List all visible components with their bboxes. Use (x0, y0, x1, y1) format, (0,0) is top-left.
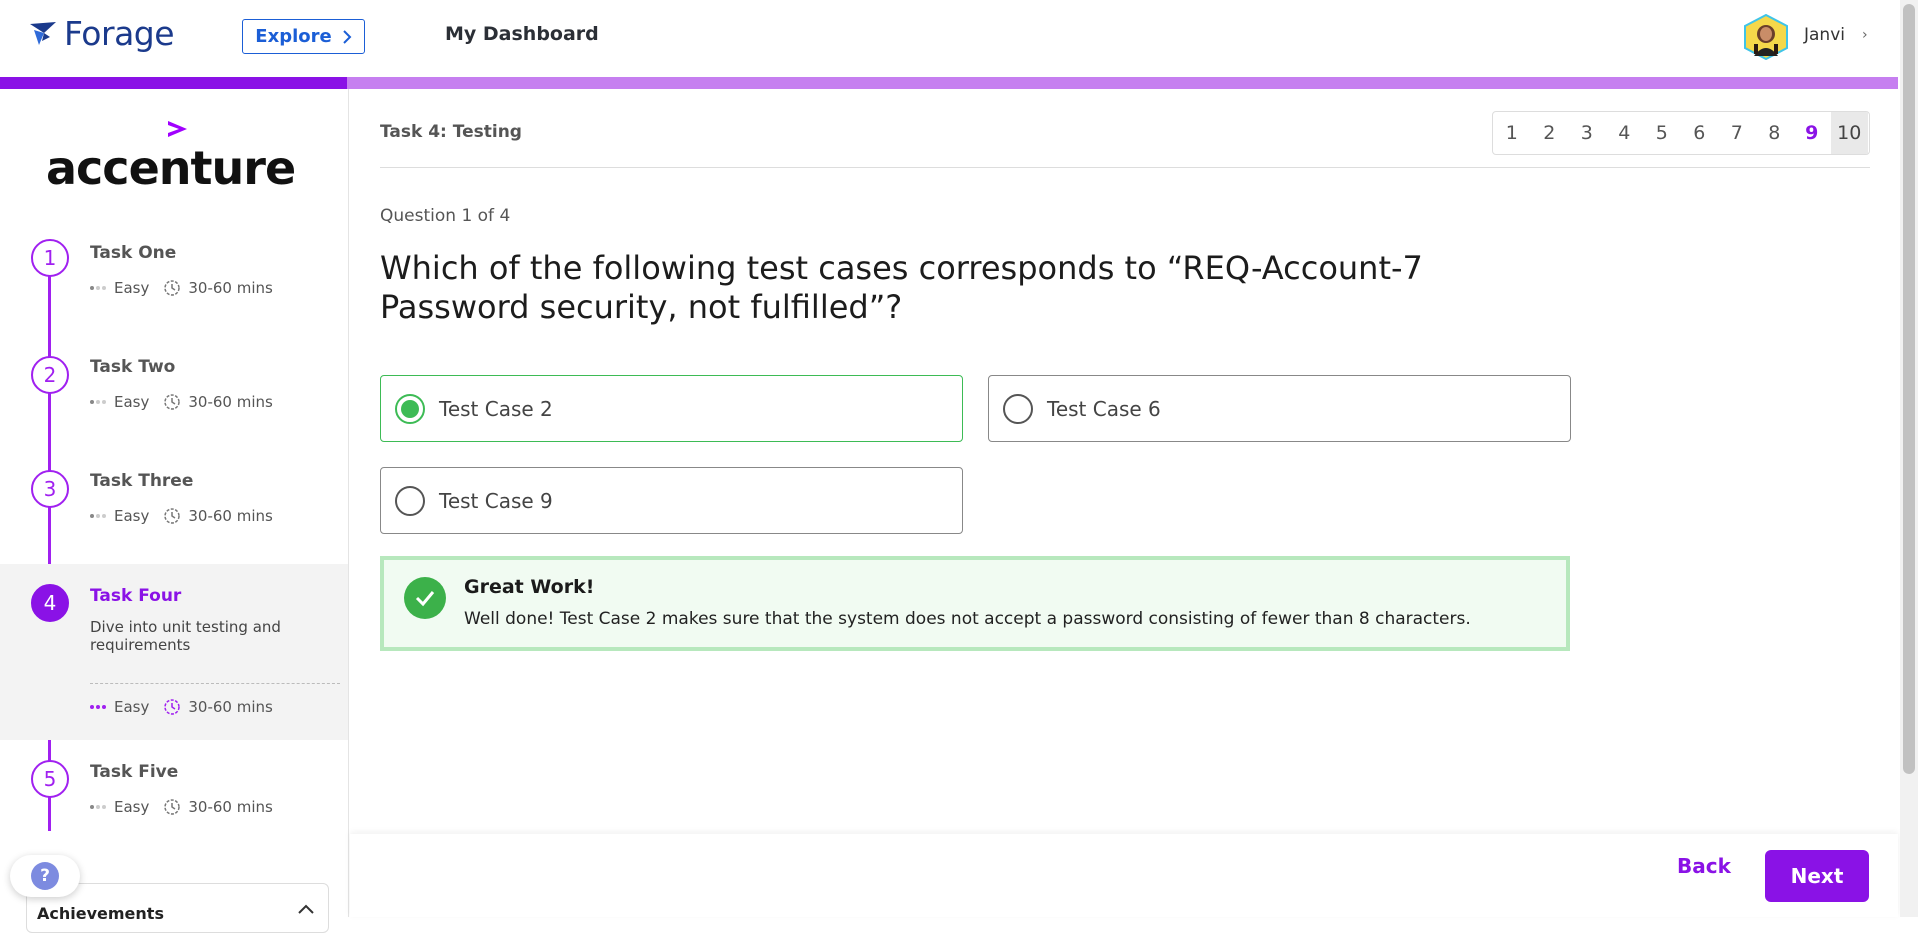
radio-unselected[interactable] (395, 485, 425, 516)
help-button[interactable]: ? (10, 855, 80, 897)
task-meta: Easy 30-60 mins (90, 393, 273, 411)
question-page-1[interactable]: 1 (1493, 112, 1531, 154)
check-icon (404, 577, 446, 619)
my-dashboard-link[interactable]: My Dashboard (445, 23, 599, 45)
task-item-1[interactable]: 1 Task One Easy 30-60 mins (0, 236, 348, 346)
task-number-badge: 1 (31, 239, 69, 277)
achievements-label: Achievements (37, 904, 164, 923)
difficulty-dots-icon (90, 400, 106, 404)
question-page-8[interactable]: 8 (1756, 112, 1794, 154)
company-logo-text: accenture (46, 141, 296, 195)
difficulty-dots-icon (90, 286, 106, 290)
scrollbar-thumb[interactable] (1903, 4, 1915, 774)
logo-text: Forage (64, 14, 175, 53)
duration-label: 30-60 mins (188, 393, 273, 411)
question-page-2[interactable]: 2 (1531, 112, 1569, 154)
difficulty-label: Easy (114, 507, 150, 525)
answer-option-test-case-9[interactable]: Test Case 9 (380, 467, 963, 534)
explore-button[interactable]: Explore (242, 19, 365, 54)
task-item-5[interactable]: 5 Task Five Easy 30-60 mins (0, 740, 348, 854)
question-pagination: 1 2 3 4 5 6 7 8 9 10 (1492, 111, 1870, 155)
task-title: Task Five (90, 762, 179, 782)
difficulty-label: Easy (114, 279, 150, 297)
user-name[interactable]: Janvi (1804, 25, 1845, 45)
question-page-10[interactable]: 10 (1830, 112, 1868, 154)
question-page-5[interactable]: 5 (1643, 112, 1681, 154)
task-meta: Easy 30-60 mins (90, 279, 273, 297)
task-divider (90, 683, 340, 684)
question-text: Which of the following test cases corres… (380, 249, 1423, 326)
radio-selected[interactable] (395, 393, 425, 424)
duration-label: 30-60 mins (188, 279, 273, 297)
duration-label: 30-60 mins (188, 507, 273, 525)
company-logo: accenture (46, 119, 296, 195)
task-number-badge: 2 (31, 356, 69, 394)
next-button[interactable]: Next (1765, 850, 1869, 902)
clock-icon (164, 280, 181, 296)
task-item-3[interactable]: 3 Task Three Easy 30-60 mins (0, 460, 348, 574)
question-page-3[interactable]: 3 (1568, 112, 1606, 154)
accenture-arrow-icon (168, 121, 187, 137)
clock-icon (164, 699, 181, 715)
task-number-badge: 5 (31, 760, 69, 798)
option-label: Test Case 6 (1047, 396, 1161, 421)
clock-icon (164, 799, 181, 815)
feedback-box: Great Work! Well done! Test Case 2 makes… (380, 556, 1570, 651)
difficulty-dots-icon (90, 805, 106, 809)
task-heading: Task 4: Testing (380, 122, 522, 142)
radio-unselected[interactable] (1003, 393, 1033, 424)
task-description: Dive into unit testing and requirements (90, 618, 281, 654)
avatar[interactable] (1742, 14, 1790, 60)
user-menu-chevron-icon[interactable]: › (1862, 27, 1868, 43)
answer-option-test-case-2[interactable]: Test Case 2 (380, 375, 963, 442)
task-title: Task Three (90, 471, 194, 491)
top-navbar: Forage Explore My Dashboard Janvi › (0, 0, 1898, 76)
difficulty-dots-icon (90, 514, 106, 518)
task-meta: Easy 30-60 mins (90, 798, 273, 816)
task-item-4[interactable]: 4 Task Four Dive into unit testing and r… (0, 564, 348, 740)
difficulty-dots-icon (90, 705, 106, 709)
task-title: Task Four (90, 586, 182, 606)
page-scrollbar[interactable] (1900, 0, 1918, 917)
task-number-badge: 3 (31, 470, 69, 508)
divider (380, 167, 1870, 168)
course-progress-bar (0, 77, 1898, 89)
forage-logo[interactable]: Forage (28, 14, 175, 53)
clock-icon (164, 394, 181, 410)
question-page-6[interactable]: 6 (1681, 112, 1719, 154)
back-button[interactable]: Back (1677, 854, 1731, 878)
duration-label: 30-60 mins (188, 798, 273, 816)
difficulty-label: Easy (114, 798, 150, 816)
option-label: Test Case 2 (439, 396, 553, 421)
task-meta: Easy 30-60 mins (90, 698, 273, 716)
duration-label: 30-60 mins (188, 698, 273, 716)
question-page-7[interactable]: 7 (1718, 112, 1756, 154)
question-page-4[interactable]: 4 (1606, 112, 1644, 154)
task-item-2[interactable]: 2 Task Two Easy 30-60 mins (0, 346, 348, 460)
chevron-up-icon[interactable] (298, 904, 314, 914)
explore-label: Explore (255, 26, 332, 47)
task-title: Task Two (90, 357, 176, 377)
task-meta: Easy 30-60 mins (90, 507, 273, 525)
option-label: Test Case 9 (439, 488, 553, 513)
difficulty-label: Easy (114, 393, 150, 411)
forage-logo-icon (30, 21, 56, 45)
clock-icon (164, 508, 181, 524)
question-page-9[interactable]: 9 (1793, 112, 1831, 154)
task-title: Task One (90, 243, 177, 263)
feedback-body: Well done! Test Case 2 makes sure that t… (464, 609, 1471, 629)
question-area: Task 4: Testing 1 2 3 4 5 6 7 8 9 10 Question 1 o… (350, 89, 1898, 917)
footer-bar: Back Next (350, 834, 1898, 917)
task-sidebar: accenture 1 Task One Easy 30-60 mins 2 T… (0, 89, 349, 917)
task-number-badge: 4 (31, 584, 69, 622)
feedback-title: Great Work! (464, 576, 595, 598)
answer-option-test-case-6[interactable]: Test Case 6 (988, 375, 1571, 442)
difficulty-label: Easy (114, 698, 150, 716)
chevron-right-icon (342, 29, 352, 44)
question-counter: Question 1 of 4 (380, 206, 511, 226)
course-progress-fill (0, 77, 348, 89)
help-icon: ? (31, 862, 59, 890)
